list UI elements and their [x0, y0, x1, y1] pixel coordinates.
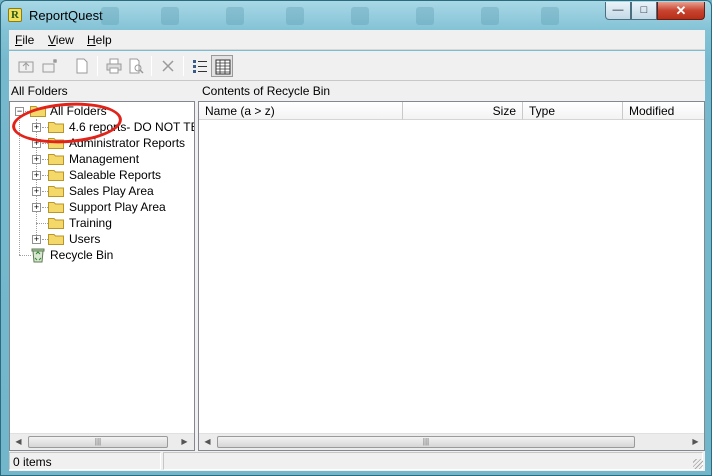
tree-item-label: All Folders [50, 104, 107, 118]
print-preview-button[interactable] [125, 55, 147, 77]
scrollbar-thumb[interactable]: ||| [217, 436, 635, 448]
tree-item-label: Management [69, 152, 140, 166]
resize-grip-icon[interactable] [693, 459, 703, 469]
tree-item-support-play-area[interactable]: + Support Play Area [10, 199, 194, 215]
print-icon [106, 58, 122, 74]
scrollbar-thumb[interactable]: ||| [28, 436, 168, 448]
folder-icon [48, 154, 64, 165]
scroll-right-arrow-icon[interactable]: ▶ [687, 434, 704, 450]
expand-icon[interactable]: + [32, 171, 41, 180]
tree-item-label: 4.6 reports- DO NOT TES [69, 120, 195, 134]
expand-icon[interactable]: + [32, 203, 41, 212]
tree-item-all-folders[interactable]: − All Folders [10, 103, 194, 119]
scroll-left-arrow-icon[interactable]: ◀ [10, 434, 27, 450]
toolbar-separator [97, 56, 98, 76]
folder-icon [48, 170, 64, 181]
menu-help[interactable]: Help [87, 33, 112, 47]
recycle-bin-contents-list[interactable]: Name (a > z) Size Type Modified ◀ ||| ▶ [198, 101, 705, 451]
folder-icon [30, 106, 46, 117]
tree-horizontal-scrollbar[interactable]: ◀ ||| ▶ [10, 433, 194, 450]
status-panel [163, 452, 703, 470]
tree-item-label: Training [69, 216, 112, 230]
tree-item-label: Users [69, 232, 101, 246]
tree-item-label: Sales Play Area [69, 184, 154, 198]
tree-item-saleable-reports[interactable]: + Saleable Reports [10, 167, 194, 183]
collapse-icon[interactable]: − [15, 107, 24, 116]
tree-item-label: Recycle Bin [50, 248, 114, 262]
tree-item-label: Support Play Area [69, 200, 166, 214]
column-header-modified[interactable]: Modified [623, 102, 704, 120]
folder-icon [48, 234, 64, 245]
folder-icon [48, 138, 64, 149]
new-document-button[interactable] [71, 55, 93, 77]
new-folder-icon [42, 59, 57, 73]
column-header-name[interactable]: Name (a > z) [199, 102, 403, 120]
menu-view[interactable]: View [48, 33, 74, 47]
status-bar: 0 items [9, 451, 705, 471]
window-title: ReportQuest [29, 8, 103, 23]
close-button[interactable]: ✕ [657, 2, 705, 20]
maximize-button[interactable]: □ [631, 2, 657, 20]
menu-bar: File View Help [9, 30, 705, 50]
status-item-count: 0 items [9, 452, 161, 470]
tree-item-administrator-reports[interactable]: + Administrator Reports [10, 135, 194, 151]
tree-connector [36, 223, 48, 224]
tree-item-label: Administrator Reports [69, 136, 186, 150]
folder-icon [48, 122, 64, 133]
expand-icon[interactable]: + [32, 235, 41, 244]
folder-icon [48, 202, 64, 213]
folder-tree[interactable]: − All Folders + 4.6 reports- DO NOT TES … [9, 101, 195, 451]
toolbar [9, 51, 705, 81]
details-view-icon [215, 59, 231, 75]
expand-icon[interactable]: + [32, 139, 41, 148]
list-view-icon [193, 60, 207, 73]
print-preview-icon [129, 58, 144, 74]
expand-icon[interactable]: + [32, 123, 41, 132]
print-button[interactable] [103, 55, 125, 77]
title-bar[interactable]: R ReportQuest — □ ✕ [1, 1, 711, 30]
new-folder-button[interactable] [39, 55, 61, 77]
new-document-icon [76, 58, 88, 74]
list-view-button[interactable] [189, 55, 211, 77]
expand-icon[interactable]: + [32, 155, 41, 164]
tree-item-recycle-bin[interactable]: Recycle Bin [10, 247, 194, 263]
tree-item-management[interactable]: + Management [10, 151, 194, 167]
scroll-right-arrow-icon[interactable]: ▶ [176, 434, 193, 450]
tree-item-4-6-reports[interactable]: + 4.6 reports- DO NOT TES [10, 119, 195, 135]
app-window: R ReportQuest — □ ✕ File View Help All F… [0, 0, 712, 476]
minimize-button[interactable]: — [605, 2, 631, 20]
folder-icon [48, 186, 64, 197]
tree-item-label: Saleable Reports [69, 168, 162, 182]
list-horizontal-scrollbar[interactable]: ◀ ||| ▶ [199, 433, 704, 450]
details-view-button[interactable] [211, 55, 233, 77]
toolbar-separator [151, 56, 152, 76]
tree-item-sales-play-area[interactable]: + Sales Play Area [10, 183, 194, 199]
list-pane-header: Contents of Recycle Bin [202, 84, 331, 98]
expand-icon[interactable]: + [32, 187, 41, 196]
client-area: All Folders Contents of Recycle Bin − Al… [9, 81, 705, 451]
app-icon: R [8, 8, 22, 22]
scroll-left-arrow-icon[interactable]: ◀ [199, 434, 216, 450]
menu-file[interactable]: File [15, 33, 34, 47]
up-folder-button[interactable] [15, 55, 37, 77]
tree-item-users[interactable]: + Users [10, 231, 194, 247]
folder-icon [48, 218, 64, 229]
delete-button[interactable] [157, 55, 179, 77]
tree-pane-header: All Folders [11, 84, 68, 98]
column-header-type[interactable]: Type [523, 102, 623, 120]
up-folder-icon [18, 61, 34, 73]
delete-icon [162, 60, 174, 72]
column-header-size[interactable]: Size [403, 102, 523, 120]
background-taskbar-reflection [101, 7, 601, 25]
tree-item-training[interactable]: Training [10, 215, 194, 231]
recycle-bin-icon [31, 248, 45, 263]
toolbar-separator [183, 56, 184, 76]
